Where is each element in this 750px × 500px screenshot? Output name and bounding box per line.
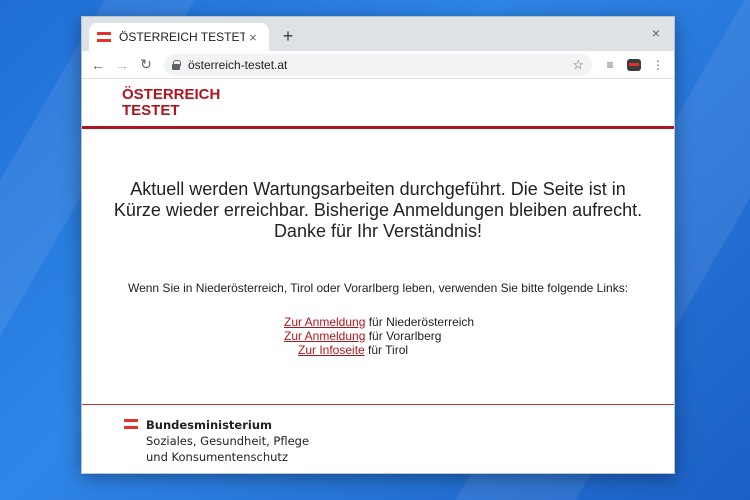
kebab-menu-icon[interactable]: ⋮ [646,53,670,77]
link-row-vorarlberg: Zur Anmeldung für Vorarlberg [284,329,441,343]
lock-icon[interactable] [172,59,181,70]
anmeldung-niederoesterreich-link[interactable]: Zur Anmeldung [284,315,365,329]
extension-icon [627,58,641,71]
tab-strip: ÖSTERREICH TESTET × + × [82,17,674,51]
anmeldung-vorarlberg-link[interactable]: Zur Anmeldung [284,329,365,343]
ministry-logo[interactable]: Bundesministerium Soziales, Gesundheit, … [146,417,309,465]
link-row-niederoesterreich: Zur Anmeldung für Niederösterreich [284,315,474,329]
ministry-line2: Soziales, Gesundheit, Pflege [146,434,310,448]
back-button[interactable]: ← [86,53,110,77]
forward-button[interactable]: → [110,53,134,77]
url-text[interactable]: österreich-testet.at [188,58,572,72]
site-header: ÖSTERREICH TESTET [82,79,674,129]
extension-button[interactable] [622,53,646,77]
site-footer: Bundesministerium Soziales, Gesundheit, … [82,404,674,473]
link-suffix: für Niederösterreich [365,315,475,329]
star-icon[interactable]: ☆ [572,57,584,73]
browser-toolbar: ← → ↻ österreich-testet.at ☆ ≡ ⋮ [82,51,674,79]
link-row-tirol: Zur Infoseite für Tirol [298,343,408,357]
browser-window: ÖSTERREICH TESTET × + × ← → ↻ österreich… [81,16,675,474]
ministry-line3: und Konsumentenschutz [146,450,288,464]
web-page: ÖSTERREICH TESTET Aktuell werden Wartung… [82,79,674,473]
browser-tab[interactable]: ÖSTERREICH TESTET × [89,23,269,51]
site-logo-line2[interactable]: TESTET [122,103,674,119]
tab-close-icon[interactable]: × [245,30,261,45]
maintenance-message: Aktuell werden Wartungsarbeiten durchgef… [113,179,643,241]
infoseite-tirol-link[interactable]: Zur Infoseite [298,343,365,357]
links-intro: Wenn Sie in Niederösterreich, Tirol oder… [127,281,629,295]
media-control-icon[interactable]: ≡ [598,53,622,77]
reload-button[interactable]: ↻ [134,53,158,77]
austria-flag-icon [124,419,138,429]
site-logo-line1[interactable]: ÖSTERREICH [122,87,674,103]
window-close-button[interactable]: × [646,23,666,43]
new-tab-button[interactable]: + [276,25,300,47]
link-suffix: für Tirol [364,343,409,357]
address-bar[interactable]: österreich-testet.at ☆ [164,53,592,76]
ministry-title: Bundesministerium [146,418,272,432]
austria-flag-icon [97,32,111,42]
tab-title: ÖSTERREICH TESTET [119,30,245,44]
link-suffix: für Vorarlberg [365,329,442,343]
